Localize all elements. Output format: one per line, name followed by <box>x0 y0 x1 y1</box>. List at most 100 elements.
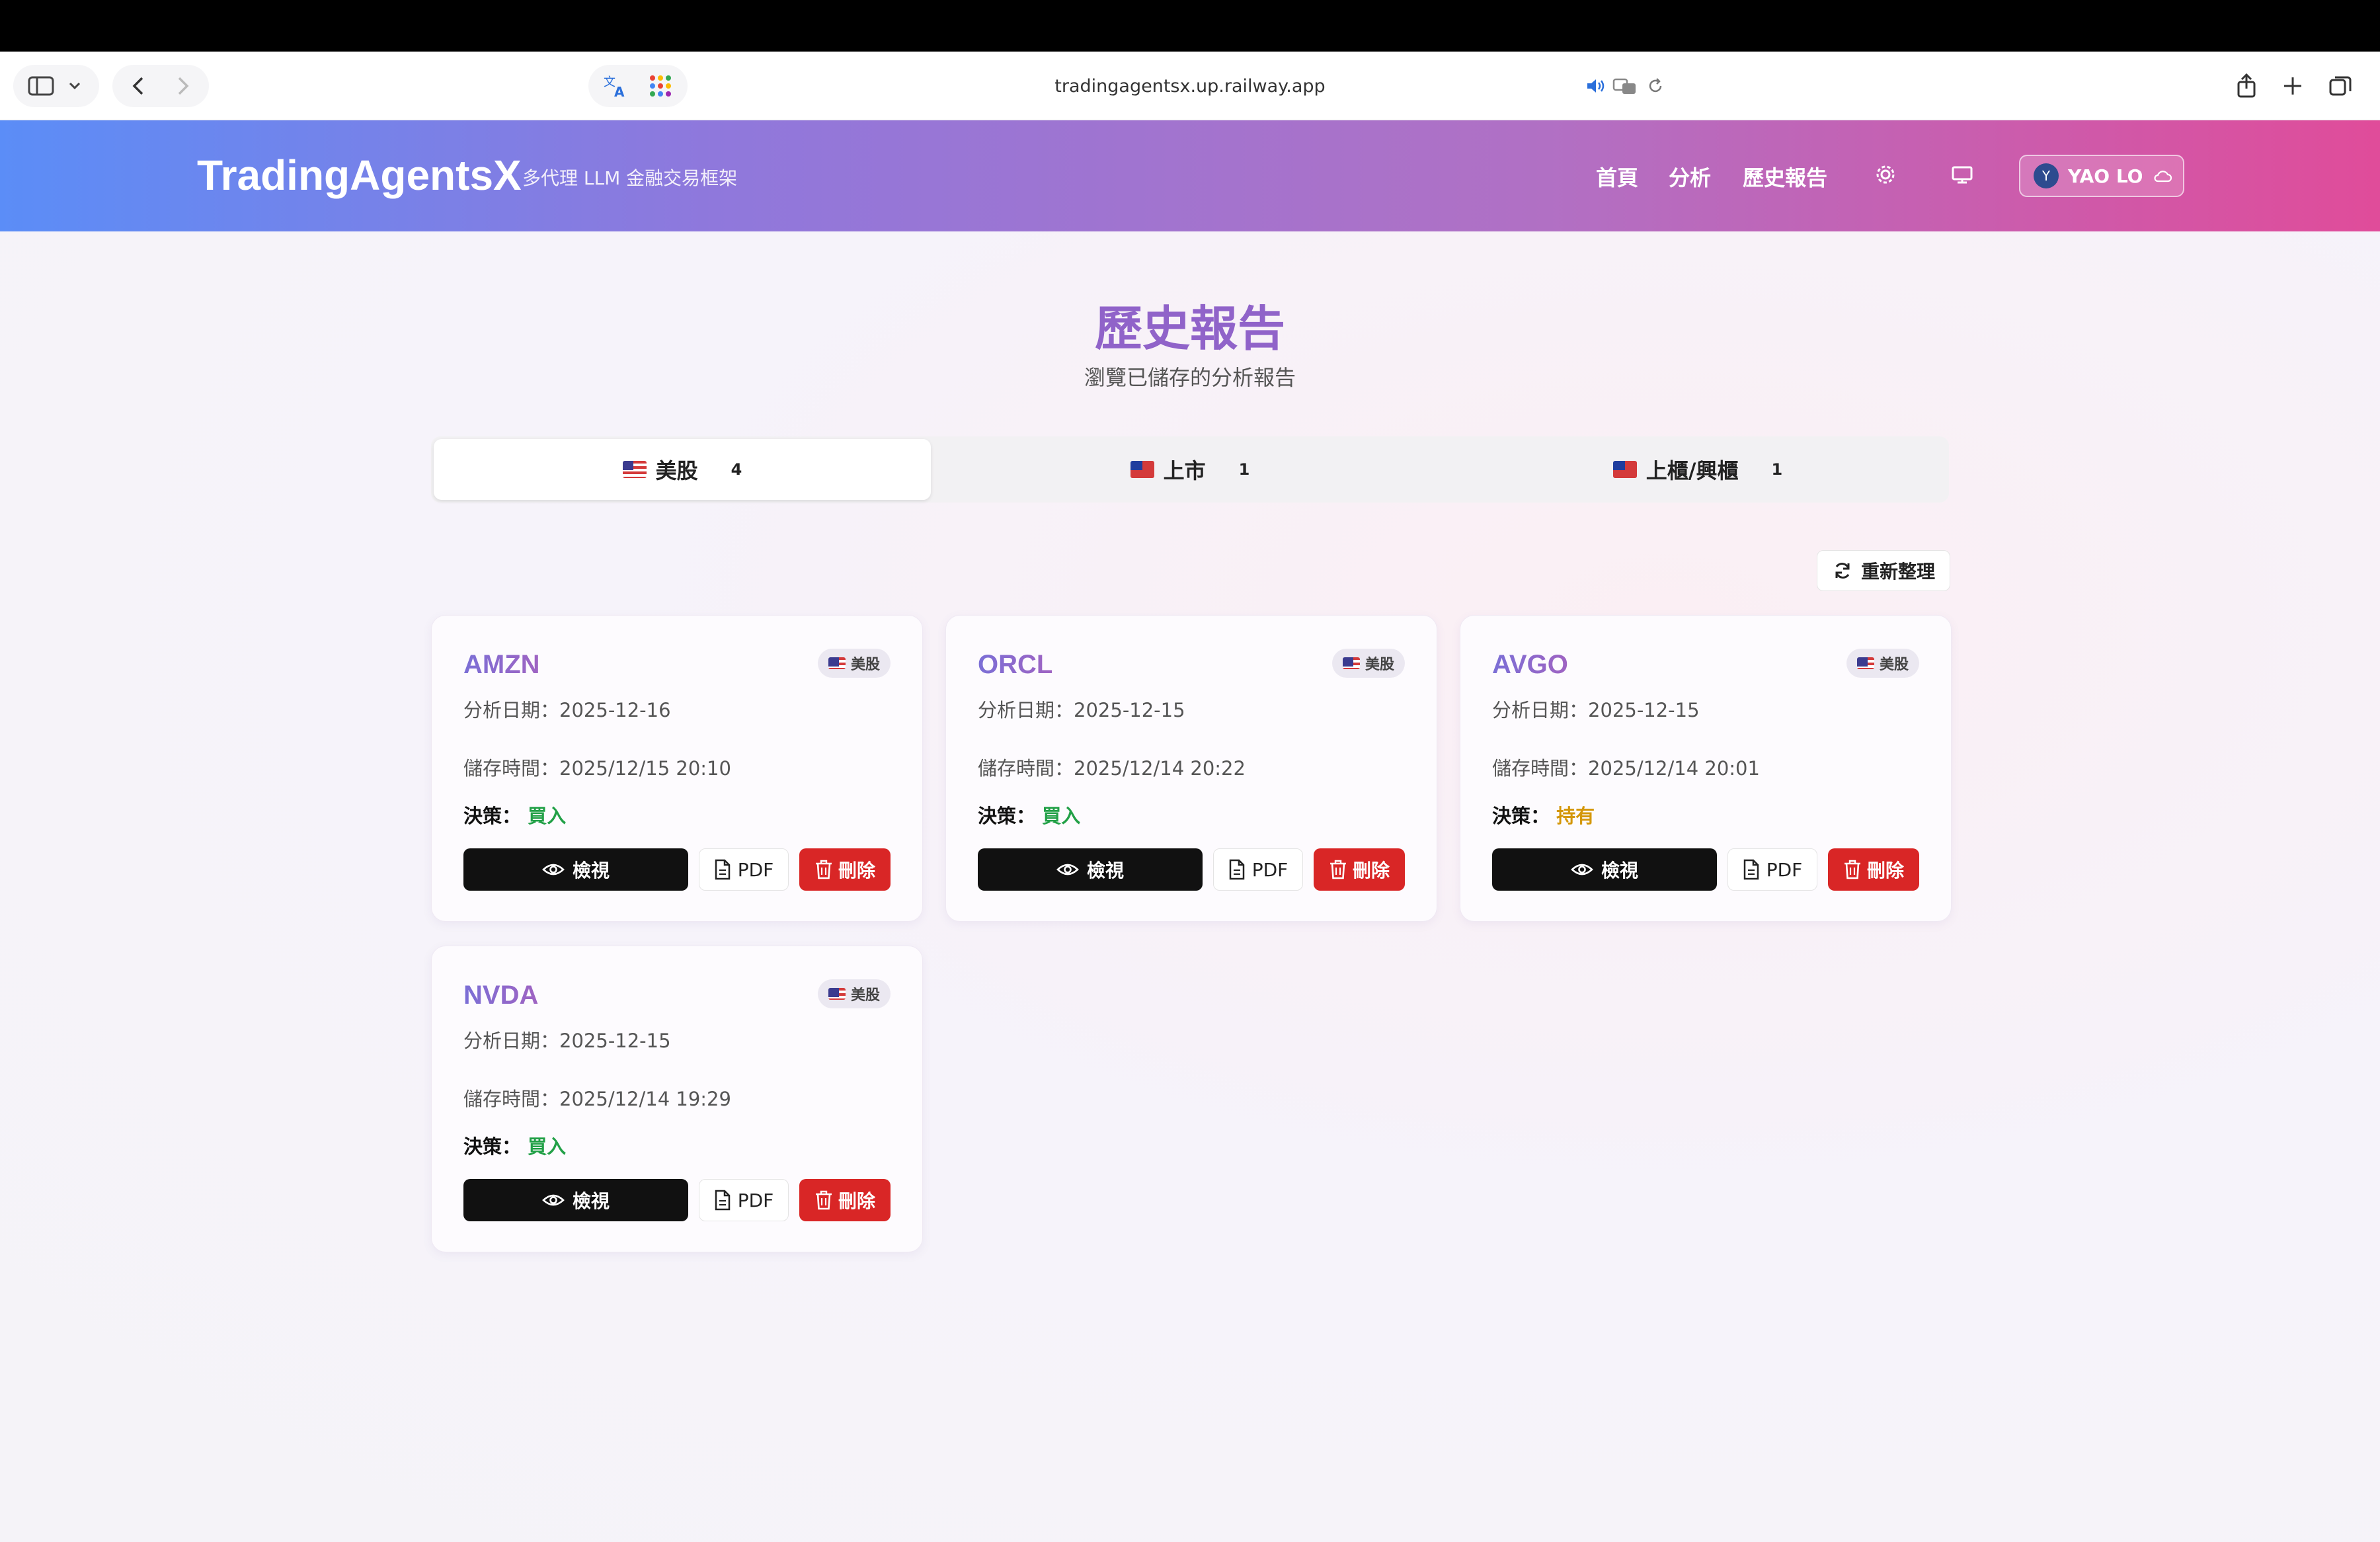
sidebar-toggle-button[interactable] <box>13 65 99 107</box>
analysis-date-label: 分析日期： <box>463 1030 560 1052</box>
pdf-button[interactable]: PDF <box>1727 848 1817 891</box>
translate-page-icon[interactable] <box>1608 69 1642 103</box>
ticker-symbol[interactable]: NVDA <box>463 981 538 1010</box>
delete-button[interactable]: 刪除 <box>799 1179 891 1221</box>
monitor-icon[interactable] <box>1948 160 1977 189</box>
share-icon[interactable] <box>2229 69 2264 103</box>
view-label: 檢視 <box>572 860 610 881</box>
address-bar[interactable]: tradingagentsx.up.railway.app <box>707 65 1673 107</box>
tw-flag-icon <box>1612 461 1637 478</box>
refresh-button[interactable]: 重新整理 <box>1817 550 1950 591</box>
saved-time: 儲存時間：2025/12/14 20:22 <box>978 753 1246 781</box>
delete-button[interactable]: 刪除 <box>799 848 891 891</box>
tab-otc[interactable]: 上櫃/興櫃 1 <box>1449 439 1946 500</box>
eye-icon <box>542 1194 565 1206</box>
translate-icon[interactable]: 文 A <box>601 71 630 101</box>
settings-icon[interactable] <box>1871 160 1900 189</box>
view-button[interactable]: 檢視 <box>463 848 688 891</box>
decision-label: 決策： <box>463 1135 522 1158</box>
app-header: TradingAgentsX 多代理 LLM 金融交易框架 首頁 分析 歷史報告… <box>0 120 2380 231</box>
tab-count: 4 <box>731 460 742 479</box>
pdf-label: PDF <box>737 858 774 881</box>
tab-label: 上櫃/興櫃 <box>1646 458 1739 483</box>
decision-label: 決策： <box>1492 805 1550 827</box>
nav-analysis[interactable]: 分析 <box>1669 161 1711 192</box>
saved-time-label: 儲存時間： <box>463 1088 560 1110</box>
delete-label: 刪除 <box>1866 860 1904 881</box>
page-title: 歷史報告 <box>1094 301 1285 356</box>
ticker-symbol[interactable]: AMZN <box>463 650 540 680</box>
market-label: 美股 <box>850 657 880 673</box>
back-button[interactable] <box>126 73 152 99</box>
refresh-label: 重新整理 <box>1860 561 1935 583</box>
us-flag-icon <box>1856 657 1874 669</box>
tab-count: 1 <box>1771 460 1783 479</box>
nav-history[interactable]: 歷史報告 <box>1743 161 1827 192</box>
saved-time-value: 2025/12/14 19:29 <box>559 1088 731 1110</box>
saved-time-value: 2025/12/14 20:22 <box>1074 757 1246 780</box>
delete-label: 刪除 <box>1352 860 1390 881</box>
forward-button[interactable] <box>169 73 196 99</box>
ticker-symbol[interactable]: AVGO <box>1492 650 1568 680</box>
eye-icon <box>1056 864 1079 875</box>
cloud-icon <box>2154 171 2172 183</box>
analysis-date-value: 2025-12-15 <box>1588 699 1700 721</box>
analysis-date-value: 2025-12-16 <box>559 699 671 721</box>
view-button[interactable]: 檢視 <box>463 1179 688 1221</box>
saved-time-value: 2025/12/14 20:01 <box>1588 757 1760 780</box>
history-nav <box>112 65 209 107</box>
market-badge: 美股 <box>1331 649 1405 678</box>
analysis-date: 分析日期：2025-12-15 <box>1492 695 1700 723</box>
reload-icon[interactable] <box>1638 69 1673 103</box>
analysis-date-value: 2025-12-15 <box>559 1030 671 1052</box>
file-icon <box>715 859 730 880</box>
tab-us-stocks[interactable]: 美股 4 <box>434 439 931 500</box>
user-menu-button[interactable]: Y YAO LO <box>2019 155 2184 197</box>
pdf-label: PDF <box>1766 858 1803 881</box>
apps-grid-icon[interactable] <box>646 71 675 101</box>
view-button[interactable]: 檢視 <box>978 848 1203 891</box>
decision-value: 買入 <box>528 1135 567 1158</box>
pdf-button[interactable]: PDF <box>699 848 789 891</box>
us-flag-icon <box>828 657 846 669</box>
market-label: 美股 <box>850 987 880 1004</box>
report-card-avgo: AVGO 美股 分析日期：2025-12-15 儲存時間：2025/12/14 … <box>1460 615 1952 922</box>
file-icon <box>715 1190 730 1211</box>
report-card-orcl: ORCL 美股 分析日期：2025-12-15 儲存時間：2025/12/14 … <box>945 615 1437 922</box>
brand-logo[interactable]: TradingAgentsX <box>197 151 522 200</box>
market-badge: 美股 <box>817 979 891 1008</box>
analysis-date-label: 分析日期： <box>978 699 1074 721</box>
tab-count: 1 <box>1238 460 1250 479</box>
new-tab-icon[interactable] <box>2276 69 2310 103</box>
trash-icon <box>1844 860 1860 879</box>
pdf-button[interactable]: PDF <box>1213 848 1303 891</box>
page-subtitle: 瀏覽已儲存的分析報告 <box>1084 365 1296 390</box>
decision: 決策： 持有 <box>1492 801 1595 829</box>
decision-value: 持有 <box>1556 805 1595 827</box>
delete-button[interactable]: 刪除 <box>1314 848 1405 891</box>
pdf-button[interactable]: PDF <box>699 1179 789 1221</box>
nav-home[interactable]: 首頁 <box>1596 161 1638 192</box>
view-label: 檢視 <box>1601 860 1638 881</box>
view-label: 檢視 <box>572 1190 610 1212</box>
user-name: YAO LO <box>2068 165 2143 187</box>
tab-overview-icon[interactable] <box>2323 69 2358 103</box>
eye-icon <box>1571 864 1593 875</box>
pdf-label: PDF <box>1251 858 1289 881</box>
view-button[interactable]: 檢視 <box>1492 848 1717 891</box>
saved-time-label: 儲存時間： <box>978 757 1074 780</box>
analysis-date-label: 分析日期： <box>1492 699 1589 721</box>
saved-time: 儲存時間：2025/12/14 20:01 <box>1492 753 1760 781</box>
market-tabs: 美股 4 上市 1 上櫃/興櫃 1 <box>431 436 1949 503</box>
ticker-symbol[interactable]: ORCL <box>978 650 1052 680</box>
tab-listed[interactable]: 上市 1 <box>941 439 1439 500</box>
delete-button[interactable]: 刪除 <box>1828 848 1919 891</box>
us-flag-icon <box>1342 657 1360 669</box>
extensions-group: 文 A <box>588 65 688 107</box>
saved-time: 儲存時間：2025/12/15 20:10 <box>463 753 731 781</box>
decision-value: 買入 <box>528 805 567 827</box>
saved-time-value: 2025/12/15 20:10 <box>559 757 731 780</box>
us-flag-icon <box>622 461 647 478</box>
avatar: Y <box>2034 163 2059 188</box>
market-badge: 美股 <box>1846 649 1919 678</box>
